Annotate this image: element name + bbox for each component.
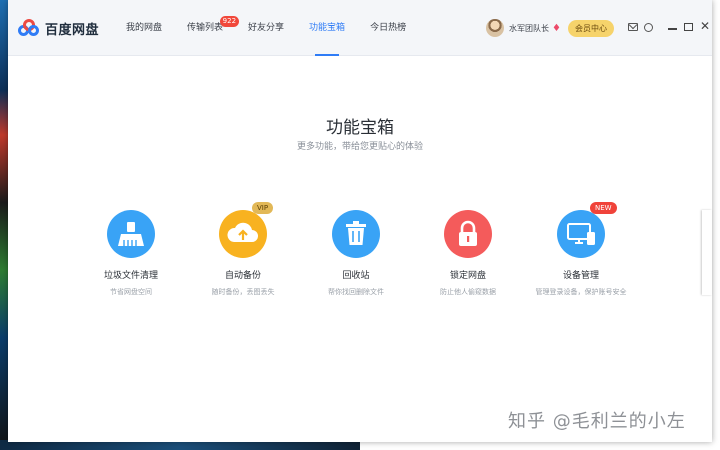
avatar[interactable] xyxy=(486,19,504,37)
vip-diamond-icon: ♦ xyxy=(552,22,561,34)
tab-toolbox[interactable]: 功能宝箱 xyxy=(309,0,345,56)
toolbox-panel: 功能宝箱 更多功能，带给您更贴心的体验 垃圾文件清理 节省网盘空间 VIP 自动… xyxy=(8,57,712,442)
new-tag: NEW xyxy=(590,202,617,214)
vip-tag: VIP xyxy=(252,202,274,214)
username: 水军团队长 xyxy=(509,23,549,33)
tool-desc: 节省网盘空间 xyxy=(110,288,152,296)
member-center-button[interactable]: 会员中心 xyxy=(568,20,614,37)
lock-icon xyxy=(444,210,492,258)
tool-desc: 帮你找回删除文件 xyxy=(328,288,384,296)
close-icon[interactable]: ✕ xyxy=(700,20,710,32)
tool-desc: 防止他人偷窥数据 xyxy=(440,288,496,296)
desktop-background-left xyxy=(0,0,8,450)
maximize-icon[interactable] xyxy=(684,23,693,31)
title-bar: 百度网盘 我的网盘 传输列表 922 好友分享 功能宝箱 今日热榜 水军团队长 ♦… xyxy=(8,0,712,56)
main-nav: 我的网盘 传输列表 922 好友分享 功能宝箱 今日热榜 xyxy=(126,0,431,56)
user-info[interactable]: 水军团队长 ♦ xyxy=(486,18,561,38)
cloud-upload-icon xyxy=(219,210,267,258)
mail-icon[interactable] xyxy=(628,23,638,31)
app-window: 百度网盘 我的网盘 传输列表 922 好友分享 功能宝箱 今日热榜 水军团队长 ♦… xyxy=(8,0,712,442)
tool-junk-cleanup[interactable]: 垃圾文件清理 节省网盘空间 xyxy=(76,210,186,297)
tool-name: 回收站 xyxy=(342,271,370,281)
tool-desc: 管理登录设备，保护账号安全 xyxy=(535,288,627,296)
app-logo[interactable]: 百度网盘 xyxy=(18,16,99,40)
side-panel-edge xyxy=(702,210,712,295)
tab-friend-share[interactable]: 好友分享 xyxy=(248,0,284,56)
settings-icon[interactable] xyxy=(644,23,653,32)
tool-recycle-bin[interactable]: 回收站 帮你找回删除文件 xyxy=(301,210,411,297)
broom-icon xyxy=(107,210,155,258)
tool-desc: 随时备份，丢图丢失 xyxy=(211,288,275,296)
tab-hot-today[interactable]: 今日热榜 xyxy=(370,0,406,56)
page-subtitle: 更多功能，带给您更贴心的体验 xyxy=(296,142,423,152)
tool-device-management[interactable]: NEW 设备管理 管理登录设备，保护账号安全 xyxy=(526,202,636,297)
watermark: 知乎 @毛利兰的小左 xyxy=(508,411,686,432)
app-name: 百度网盘 xyxy=(45,22,100,38)
tool-name: 锁定网盘 xyxy=(449,271,486,281)
tool-name: 自动备份 xyxy=(224,271,261,281)
baidu-netdisk-logo-icon xyxy=(18,19,40,37)
tool-name: 垃圾文件清理 xyxy=(103,271,158,281)
tab-my-disk[interactable]: 我的网盘 xyxy=(126,0,162,56)
tool-lock-disk[interactable]: 锁定网盘 防止他人偷窥数据 xyxy=(413,210,523,297)
desktop-background-right xyxy=(712,0,720,450)
tab-transfer-list[interactable]: 传输列表 922 xyxy=(187,0,240,56)
devices-icon xyxy=(557,210,605,258)
transfer-count-badge: 922 xyxy=(219,16,240,27)
trash-icon xyxy=(332,210,380,258)
minimize-icon[interactable] xyxy=(668,28,677,30)
tool-name: 设备管理 xyxy=(562,271,599,281)
page-title: 功能宝箱 xyxy=(326,118,394,138)
tool-auto-backup[interactable]: VIP 自动备份 随时备份，丢图丢失 xyxy=(188,202,298,297)
